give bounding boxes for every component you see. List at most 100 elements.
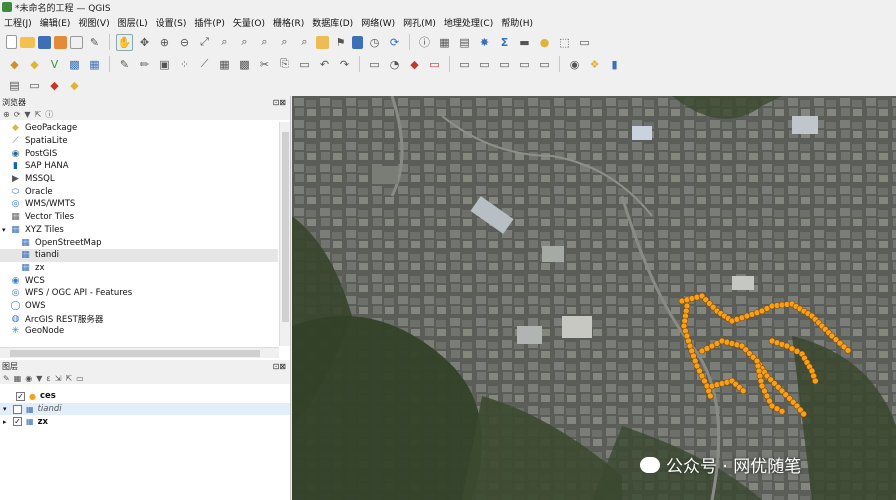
browser-item[interactable]: ◍ ArcGIS REST服务器: [0, 312, 278, 325]
layer-visibility-checkbox[interactable]: ✓: [16, 391, 25, 401]
pan-to-selection-icon[interactable]: ✥: [136, 34, 153, 51]
undo-icon[interactable]: ↶: [316, 56, 333, 73]
label-change-icon[interactable]: ▭: [496, 56, 513, 73]
add-vector-layer-icon[interactable]: V: [46, 56, 63, 73]
add-raster-layer-icon[interactable]: ▩: [66, 56, 83, 73]
new-layer-dropdown-icon[interactable]: ▭: [26, 77, 43, 94]
browser-item[interactable]: ▦ Vector Tiles: [0, 211, 278, 224]
browser-item[interactable]: ⟋ SpatiaLite: [0, 135, 278, 148]
label-pin-icon[interactable]: ◔: [386, 56, 403, 73]
toggle-editing-icon[interactable]: ✏: [136, 56, 153, 73]
refresh-icon[interactable]: ⟳: [386, 34, 403, 51]
expand-arrow-icon[interactable]: ▸: [3, 418, 13, 426]
layer-visibility-checkbox[interactable]: ✓: [13, 417, 22, 427]
zoom-next-icon[interactable]: ⌕: [296, 34, 313, 51]
zoom-out-icon[interactable]: ⊖: [176, 34, 193, 51]
digitize-icon[interactable]: ⁘: [176, 56, 193, 73]
menu-plugins[interactable]: 插件(P): [194, 16, 224, 29]
remove-layer-icon[interactable]: ▭: [76, 374, 84, 383]
menu-project[interactable]: 工程(J): [4, 16, 32, 29]
menu-raster[interactable]: 栅格(R): [273, 16, 304, 29]
expand-arrow-icon[interactable]: ▾: [3, 405, 13, 413]
browser-item[interactable]: ✳ GeoNode: [0, 325, 278, 338]
python-console-icon[interactable]: ❖: [586, 56, 603, 73]
pan-icon[interactable]: ✋: [116, 33, 133, 51]
data-source-manager-icon[interactable]: ◆: [6, 56, 23, 73]
browser-item[interactable]: ◎ WFS / OGC API - Features: [0, 287, 278, 300]
browser-item[interactable]: ⬭ Oracle: [0, 185, 278, 198]
layer-row[interactable]: ✓ ● ces: [0, 390, 290, 403]
measure-icon[interactable]: ▬: [516, 34, 533, 51]
browser-item[interactable]: ▶ MSSQL: [0, 173, 278, 186]
properties-icon[interactable]: ⓘ: [45, 109, 53, 120]
zoom-in-icon[interactable]: ⊕: [156, 34, 173, 51]
add-selected-icon[interactable]: ⊕: [3, 110, 10, 119]
menu-web[interactable]: 网络(W): [361, 16, 395, 29]
browser-item[interactable]: ▦ tiandi: [0, 248, 278, 262]
refresh-icon[interactable]: ⟳: [14, 110, 21, 119]
save-project-icon[interactable]: [38, 35, 51, 49]
new-project-icon[interactable]: [6, 35, 17, 49]
delete-selected-icon[interactable]: ▩: [236, 56, 253, 73]
label-rotate-icon[interactable]: ▭: [426, 56, 443, 73]
layer-row[interactable]: ▾ ▦ tiandi: [0, 402, 290, 416]
label-diagram-icon[interactable]: ▭: [536, 56, 553, 73]
menu-mesh[interactable]: 网孔(M): [403, 16, 436, 29]
browser-item[interactable]: ◉ PostGIS: [0, 147, 278, 160]
new-geopackage-layer-icon[interactable]: ◆: [26, 56, 43, 73]
zoom-selection-icon[interactable]: ⌕: [216, 34, 233, 51]
browser-item[interactable]: ▦ zx: [0, 262, 278, 275]
processing-toolbox-icon[interactable]: ✸: [476, 34, 493, 51]
zoom-last-icon[interactable]: ⌕: [276, 34, 293, 51]
new-map-view-icon[interactable]: [316, 35, 329, 49]
field-calculator-icon[interactable]: ▤: [456, 34, 473, 51]
paste-features-icon[interactable]: ▭: [296, 56, 313, 73]
filter-expression-icon[interactable]: ε: [46, 374, 50, 383]
panel-close-icon[interactable]: ⊡⊠: [273, 98, 286, 107]
copy-features-icon[interactable]: ⎘: [276, 56, 293, 73]
modify-attributes-icon[interactable]: ▦: [216, 56, 233, 73]
save-edits-icon[interactable]: ▣: [156, 56, 173, 73]
bookmark-icon[interactable]: ⚑: [332, 34, 349, 51]
menu-processing[interactable]: 地理处理(C): [444, 16, 493, 29]
expand-arrow-icon[interactable]: ▾: [2, 226, 10, 234]
add-mesh-layer-icon[interactable]: ▦: [86, 56, 103, 73]
plugin-manager-icon[interactable]: ▮: [606, 56, 623, 73]
browser-item[interactable]: ▮ SAP HANA: [0, 160, 278, 173]
menu-settings[interactable]: 设置(S): [156, 16, 187, 29]
browser-item[interactable]: ▾ ▦ XYZ Tiles: [0, 224, 278, 237]
cut-features-icon[interactable]: ✂: [256, 56, 273, 73]
select-features-icon[interactable]: ⬚: [556, 34, 573, 51]
label-move-icon[interactable]: ▭: [456, 56, 473, 73]
menu-vector[interactable]: 矢量(O): [233, 16, 265, 29]
statistics-icon[interactable]: Σ: [496, 34, 513, 51]
open-attribute-table-icon[interactable]: ▦: [436, 34, 453, 51]
browser-scrollbar-vertical[interactable]: [279, 122, 290, 346]
manage-map-themes-icon[interactable]: ◉: [25, 374, 32, 383]
temporal-controller-icon[interactable]: ◷: [366, 34, 383, 51]
zoom-layer-icon[interactable]: ⌕: [236, 34, 253, 51]
identify-icon[interactable]: ⓘ: [416, 34, 433, 51]
browser-item[interactable]: ◆ GeoPackage: [0, 122, 278, 135]
label-highlight-icon[interactable]: ◆: [406, 56, 423, 73]
menu-edit[interactable]: 编辑(E): [40, 16, 71, 29]
zoom-full-icon[interactable]: ⤢: [196, 34, 213, 51]
text-annotation-icon[interactable]: ▭: [576, 34, 593, 51]
menu-help[interactable]: 帮助(H): [501, 16, 533, 29]
map-canvas[interactable]: [292, 96, 896, 500]
redo-icon[interactable]: ↷: [336, 56, 353, 73]
zoom-native-icon[interactable]: ⌕: [256, 34, 273, 51]
menu-layer[interactable]: 图层(L): [118, 16, 148, 29]
collapse-all-icon[interactable]: ⇱: [65, 374, 72, 383]
layer-styling-icon[interactable]: ✎: [3, 374, 10, 383]
browser-scrollbar-horizontal[interactable]: [0, 347, 279, 358]
style-manager-icon[interactable]: ✎: [86, 34, 103, 51]
filter-legend-icon[interactable]: ▼: [36, 374, 42, 383]
collapse-icon[interactable]: ⇱: [35, 110, 42, 119]
layer-row[interactable]: ▸ ✓ ▦ zx: [0, 415, 290, 428]
add-group-icon[interactable]: ▦: [14, 374, 22, 383]
show-bookmarks-icon[interactable]: [352, 35, 363, 49]
browser-item[interactable]: ◯ OWS: [0, 300, 278, 313]
panel-close-icon[interactable]: ⊡⊠: [273, 362, 286, 371]
expand-all-icon[interactable]: ⇲: [55, 374, 62, 383]
